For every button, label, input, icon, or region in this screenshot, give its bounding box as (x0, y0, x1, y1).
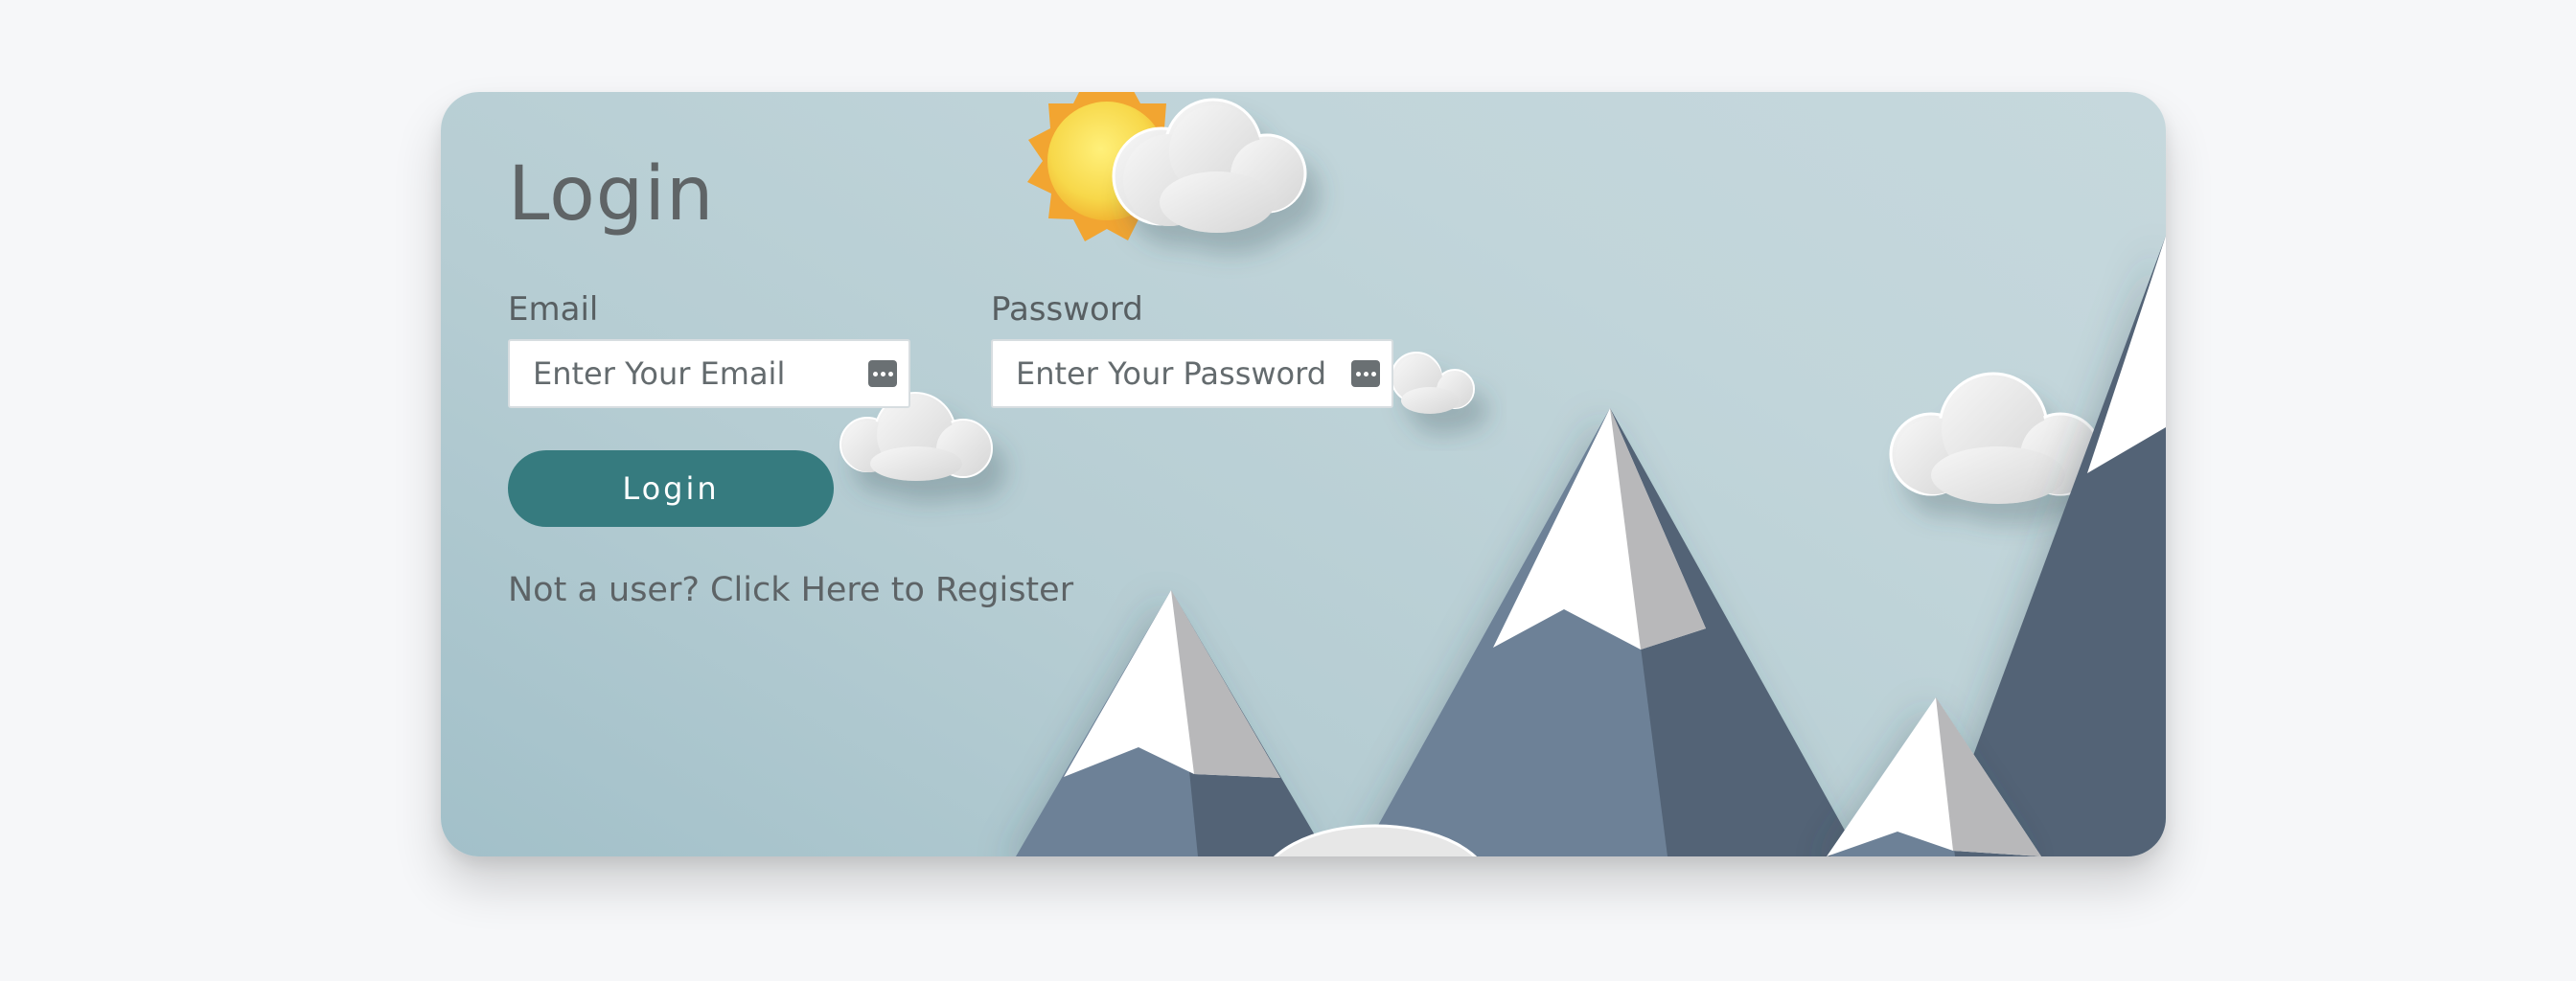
email-label: Email (508, 290, 599, 329)
password-field[interactable] (991, 339, 1393, 408)
cloud-illustration (1391, 352, 1475, 414)
email-input[interactable] (510, 341, 908, 406)
mountain-illustration (1016, 590, 1327, 856)
page-title: Login (508, 151, 715, 238)
password-label: Password (991, 290, 1143, 329)
password-input[interactable] (993, 341, 1392, 406)
mountain-illustration (1361, 408, 1859, 856)
login-card: Login Email Password Login Not a user? C… (441, 92, 2166, 856)
login-button[interactable]: Login (508, 450, 834, 527)
register-link[interactable]: Not a user? Click Here to Register (508, 571, 1073, 609)
password-manager-icon[interactable] (868, 360, 897, 387)
cloud-illustration (1889, 372, 2103, 504)
password-manager-icon[interactable] (1351, 360, 1380, 387)
email-field[interactable] (508, 339, 910, 408)
